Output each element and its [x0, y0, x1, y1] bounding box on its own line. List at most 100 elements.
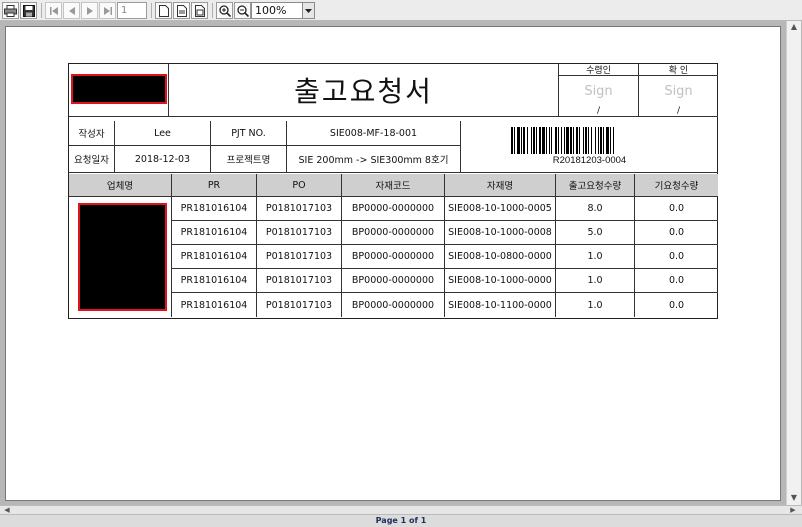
barcode-bar — [570, 127, 572, 154]
column-header: 업체명 — [69, 174, 172, 197]
table-cell: 0.0 — [635, 197, 718, 221]
printer-icon[interactable] — [2, 2, 19, 19]
project-label: 프로젝트명 — [211, 146, 287, 173]
barcode-bar — [564, 127, 565, 154]
horizontal-scrollbar[interactable]: ◀ ▶ — [0, 505, 802, 514]
barcode-bar — [600, 127, 602, 154]
barcode-bar — [610, 127, 611, 154]
table-cell: P0181017103 — [257, 293, 342, 317]
table-cell: PR181016104 — [172, 269, 257, 293]
barcode-bar — [555, 127, 557, 154]
next-page-icon[interactable] — [81, 2, 98, 19]
barcode-area: R20181203-0004 — [461, 121, 718, 173]
barcode-bar — [546, 127, 547, 154]
barcode-bar — [576, 127, 578, 154]
barcode-bar — [583, 127, 584, 154]
barcode-bar — [573, 127, 574, 154]
table-cell: BP0000-0000000 — [342, 245, 445, 269]
chevron-down-icon[interactable] — [302, 2, 315, 19]
barcode-bar — [551, 127, 552, 154]
delivery-request-form: 출고요청서 수령인 확 인 Sign Sign / / 작성자 Lee PJT … — [68, 63, 718, 319]
column-header: PO — [257, 174, 342, 197]
scroll-left-icon[interactable]: ◀ — [2, 506, 12, 514]
zoom-level-select[interactable]: 100% — [251, 2, 303, 19]
table-cell: PR181016104 — [172, 221, 257, 245]
page-number-input[interactable]: 1 — [117, 2, 147, 19]
redacted-vendor-name — [78, 203, 167, 311]
fit-page-icon[interactable] — [191, 2, 208, 19]
barcode-number: R20181203-0004 — [552, 155, 627, 166]
barcode-bar — [561, 127, 562, 154]
barcode-bar — [613, 127, 614, 154]
report-title: 출고요청서 — [169, 64, 559, 117]
barcode-bar — [531, 127, 532, 154]
table-cell: P0181017103 — [257, 245, 342, 269]
pjt-label: PJT NO. — [211, 121, 287, 146]
prev-page-icon[interactable] — [63, 2, 80, 19]
table-cell: 1.0 — [556, 245, 635, 269]
project-value: SIE 200mm -> SIE300mm 8호기 — [287, 146, 461, 173]
barcode-bar — [511, 127, 513, 154]
column-header: 자재명 — [445, 174, 556, 197]
table-cell: P0181017103 — [257, 197, 342, 221]
table-cell: 0.0 — [635, 269, 718, 293]
scroll-right-icon[interactable]: ▶ — [788, 506, 798, 514]
single-page-icon[interactable] — [155, 2, 172, 19]
barcode-bar — [603, 127, 604, 154]
barcode-bar — [514, 127, 515, 154]
table-cell: BP0000-0000000 — [342, 293, 445, 317]
company-logo-area — [69, 64, 169, 117]
column-header: 기요청수량 — [635, 174, 718, 197]
table-cell: PR181016104 — [172, 293, 257, 317]
confirm-label: 확 인 — [639, 64, 718, 76]
last-page-icon[interactable] — [99, 2, 116, 19]
scroll-up-icon[interactable]: ▲ — [789, 22, 799, 32]
table-cell: PR181016104 — [172, 197, 257, 221]
barcode-bar — [521, 127, 522, 154]
confirm-signature: Sign — [664, 83, 693, 99]
vendor-cell — [69, 197, 172, 317]
column-header: 출고요청수량 — [556, 174, 635, 197]
table-cell: P0181017103 — [257, 221, 342, 245]
request-date-label: 요청일자 — [69, 146, 115, 173]
table-cell: SIE008-10-1100-0000 — [445, 293, 556, 317]
fit-width-icon[interactable] — [173, 2, 190, 19]
table-cell: BP0000-0000000 — [342, 197, 445, 221]
barcode-bar — [517, 127, 520, 154]
table-cell: SIE008-10-1000-0008 — [445, 221, 556, 245]
barcode-bar — [585, 127, 587, 154]
barcode-bar — [536, 127, 537, 154]
barcode-bar — [533, 127, 535, 154]
author-label: 작성자 — [69, 121, 115, 146]
page-indicator: Page 1 of 1 — [0, 514, 802, 527]
receiver-date: / — [559, 106, 639, 117]
table-cell: BP0000-0000000 — [342, 221, 445, 245]
barcode-bar — [588, 127, 589, 154]
receiver-label: 수령인 — [559, 64, 639, 76]
first-page-icon[interactable] — [45, 2, 62, 19]
scroll-down-icon[interactable]: ▼ — [789, 493, 799, 503]
table-cell: 8.0 — [556, 197, 635, 221]
vertical-scrollbar[interactable]: ▲ ▼ — [786, 21, 801, 505]
table-cell: P0181017103 — [257, 269, 342, 293]
table-cell: 0.0 — [668, 299, 685, 311]
table-cell: PR181016104 — [172, 245, 257, 269]
zoom-out-icon[interactable] — [234, 2, 251, 19]
barcode-bar — [595, 127, 596, 154]
table-cell: 5.0 — [556, 221, 635, 245]
barcode-bar — [598, 127, 599, 154]
table-cell: 0.0 — [635, 245, 718, 269]
table-cell: 0.0 — [635, 221, 718, 245]
pjt-value: SIE008-MF-18-001 — [287, 121, 461, 146]
barcode-bar — [527, 127, 528, 154]
receiver-signature: Sign — [559, 76, 639, 106]
redacted-logo — [71, 74, 167, 104]
column-header: 자재코드 — [342, 174, 445, 197]
zoom-in-icon[interactable] — [216, 2, 233, 19]
table-cell: SIE008-10-1000-0000 — [445, 269, 556, 293]
save-icon[interactable] — [20, 2, 37, 19]
barcode-bar — [558, 127, 559, 154]
table-cell: 1.0 — [556, 269, 635, 293]
author-value: Lee — [115, 121, 211, 146]
table-cell: BP0000-0000000 — [342, 269, 445, 293]
